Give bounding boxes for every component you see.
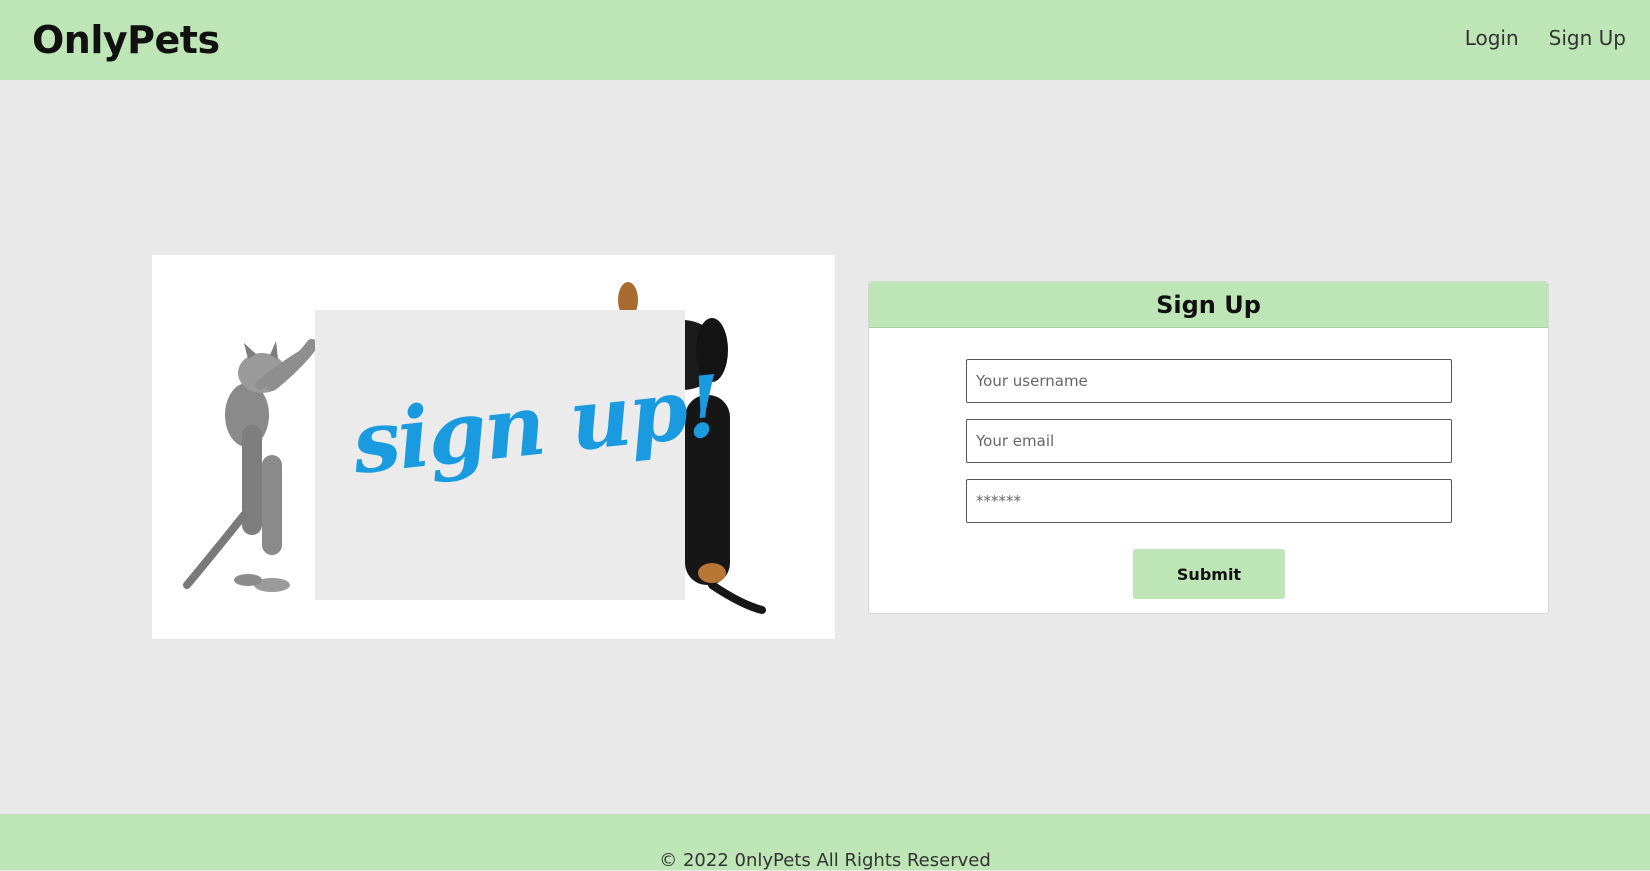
form-title: Sign Up [1156, 290, 1261, 319]
navbar: OnlyPets Login Sign Up [0, 0, 1650, 80]
signup-hero-image: sign up! [152, 255, 835, 639]
footer-copyright: © 2022 0nlyPets All Rights Reserved [659, 850, 991, 871]
signup-form-card: Sign Up Submit [868, 281, 1549, 614]
nav-links: Login Sign Up [1465, 26, 1626, 50]
email-input[interactable] [966, 419, 1452, 463]
submit-button[interactable]: Submit [1133, 549, 1285, 599]
brand-logo[interactable]: OnlyPets [32, 18, 220, 62]
footer: © 2022 0nlyPets All Rights Reserved [0, 814, 1650, 871]
nav-signup-link[interactable]: Sign Up [1549, 26, 1626, 50]
nav-login-link[interactable]: Login [1465, 26, 1519, 50]
password-input[interactable] [966, 479, 1452, 523]
kitten-illustration [183, 339, 318, 592]
form-header: Sign Up [869, 282, 1548, 328]
username-input[interactable] [966, 359, 1452, 403]
